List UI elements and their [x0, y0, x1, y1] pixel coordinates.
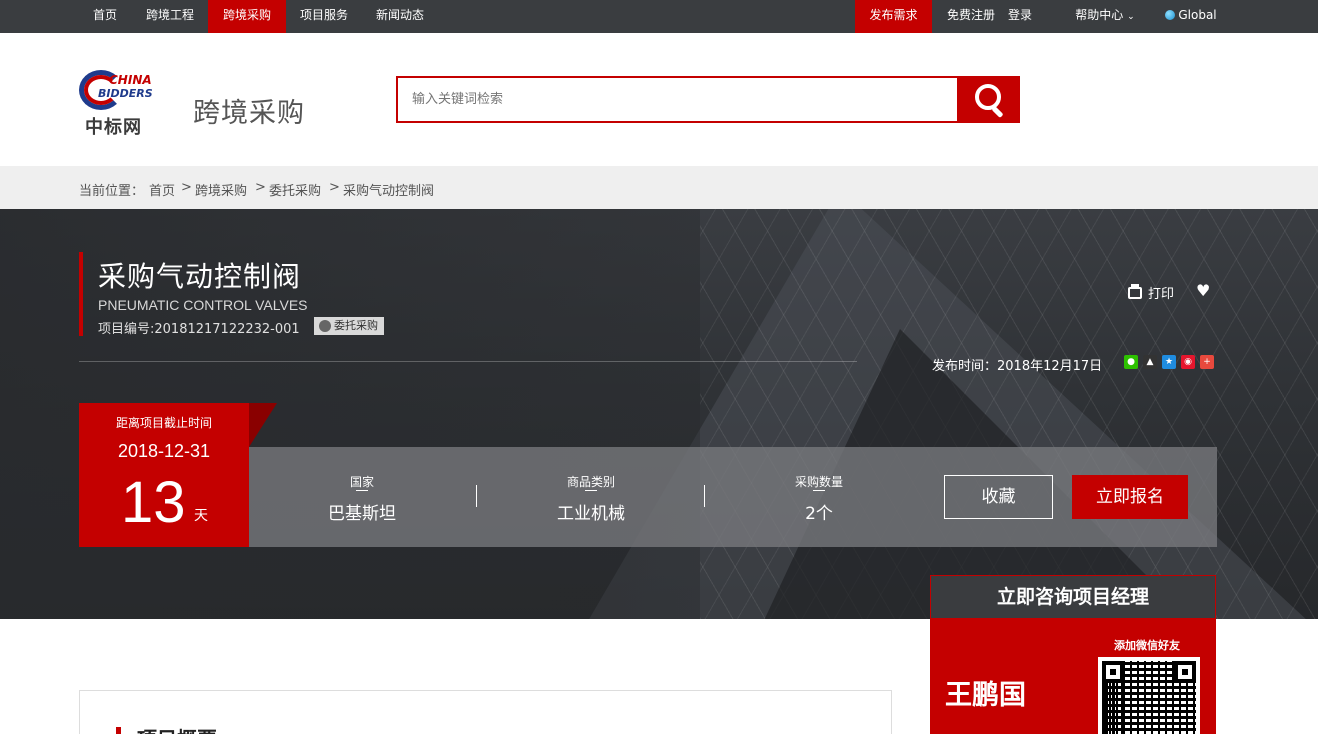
print-label: 打印 — [1148, 287, 1175, 302]
heart-icon[interactable]: ♥ — [1196, 281, 1210, 300]
category-tag-label: 委托采购 — [334, 319, 378, 332]
search-input[interactable] — [398, 78, 958, 121]
global-link[interactable]: Global — [1160, 0, 1222, 33]
nav-project-services[interactable]: 项目服务 — [290, 0, 358, 33]
breadcrumb-procurement[interactable]: 跨境采购 — [195, 180, 247, 199]
info-category-value: 工业机械 — [557, 504, 625, 524]
register-link[interactable]: 免费注册 — [940, 0, 1002, 33]
search-box — [396, 76, 958, 123]
more-share-icon[interactable]: + — [1200, 355, 1214, 369]
deadline-box: 距离项目截止时间 2018-12-31 13 天 — [79, 403, 249, 547]
chevron-down-icon: ⌄ — [1127, 12, 1135, 22]
printer-icon — [1128, 284, 1142, 299]
info-country: 国家 巴基斯坦 — [249, 447, 475, 547]
project-number: 项目编号:20181217122232-001 — [98, 322, 300, 337]
logo-text-china: CHINA — [109, 73, 152, 87]
overview-accent-bar — [116, 727, 121, 734]
globe-icon — [1165, 10, 1176, 20]
title-accent-bar — [79, 252, 83, 336]
overview-title: 项目概要 — [137, 723, 217, 734]
qr-eye — [1102, 661, 1124, 683]
wechat-qr-code — [1098, 657, 1200, 734]
nav-home[interactable]: 首页 — [80, 0, 130, 33]
info-country-key: 国家 — [249, 473, 475, 491]
divider — [79, 361, 857, 362]
help-center-menu[interactable]: 帮助中心 ⌄ — [1070, 0, 1140, 33]
nav-cross-border-engineering[interactable]: 跨境工程 — [136, 0, 204, 33]
info-country-value: 巴基斯坦 — [328, 504, 396, 524]
info-separator — [476, 485, 477, 507]
global-label: Global — [1178, 8, 1217, 22]
deadline-label: 距离项目截止时间 — [115, 416, 212, 430]
qzone-share-icon[interactable]: ★ — [1162, 355, 1176, 369]
breadcrumb-current: 采购气动控制阀 — [343, 184, 435, 199]
favorite-button[interactable]: 收藏 — [944, 475, 1053, 519]
category-tag[interactable]: 委托采购 — [314, 317, 384, 335]
deadline-flap — [249, 403, 277, 447]
info-category: 商品类别 工业机械 — [478, 447, 704, 547]
qr-pattern — [1102, 661, 1196, 734]
nav-news[interactable]: 新闻动态 — [366, 0, 434, 33]
search-icon-handle — [991, 105, 1004, 119]
qq-share-icon[interactable]: ▲ — [1143, 355, 1157, 369]
info-quantity: 采购数量 2个 — [706, 447, 932, 547]
breadcrumb-home[interactable]: 首页 — [149, 180, 175, 199]
info-quantity-key: 采购数量 — [706, 473, 932, 491]
breadcrumb-sep: > — [181, 180, 192, 195]
search-button[interactable] — [957, 76, 1020, 123]
register-now-button[interactable]: 立即报名 — [1072, 475, 1188, 519]
wechat-add-label: 添加微信好友 — [1114, 639, 1180, 652]
info-separator — [704, 485, 705, 507]
deadline-days: 13 — [121, 470, 186, 535]
logo-text-cn: 中标网 — [85, 117, 142, 138]
weibo-share-icon[interactable]: ◉ — [1181, 355, 1195, 369]
manager-name: 王鹏国 — [945, 680, 1026, 711]
section-title: 跨境采购 — [193, 98, 305, 129]
site-header: CHINA BIDDERS 中标网 跨境采购 — [0, 33, 1318, 166]
search-icon — [975, 84, 1001, 110]
print-button[interactable]: 打印 — [1128, 283, 1174, 302]
breadcrumb-sep: > — [255, 180, 266, 195]
top-nav: 首页 跨境工程 跨境采购 项目服务 新闻动态 发布需求 免费注册 登录 帮助中心… — [0, 0, 1318, 33]
info-category-key: 商品类别 — [478, 473, 704, 491]
help-center-label: 帮助中心 — [1075, 8, 1124, 22]
site-logo[interactable]: CHINA BIDDERS 中标网 — [79, 67, 161, 138]
deadline-date: 2018-12-31 — [117, 441, 211, 461]
publish-time: 发布时间：2018年12月17日 — [932, 359, 1103, 374]
qr-eye — [1174, 661, 1196, 683]
breadcrumb-prefix: 当前位置： — [79, 184, 145, 199]
deadline-unit: 天 — [194, 508, 208, 524]
breadcrumb-entrusted[interactable]: 委托采购 — [269, 180, 321, 199]
project-title: 采购气动控制阀 — [98, 260, 302, 293]
nav-cross-border-procurement[interactable]: 跨境采购 — [208, 0, 286, 33]
consult-manager-box: 立即咨询项目经理 添加微信好友 王鹏国 — [930, 575, 1216, 734]
publish-demand-button[interactable]: 发布需求 — [855, 0, 932, 33]
breadcrumb-sep: > — [329, 180, 340, 195]
project-title-en: PNEUMATIC CONTROL VALVES — [98, 297, 308, 313]
overview-card: 项目概要 — [79, 690, 892, 734]
consult-title[interactable]: 立即咨询项目经理 — [930, 575, 1216, 619]
login-link[interactable]: 登录 — [1002, 0, 1038, 33]
breadcrumb: 当前位置： 首页 > 跨境采购 > 委托采购 > 采购气动控制阀 — [0, 166, 1318, 209]
info-quantity-value: 2个 — [805, 504, 833, 524]
wechat-share-icon[interactable]: ● — [1124, 355, 1138, 369]
logo-text-bidders: BIDDERS — [98, 87, 153, 100]
tag-icon — [319, 320, 331, 332]
